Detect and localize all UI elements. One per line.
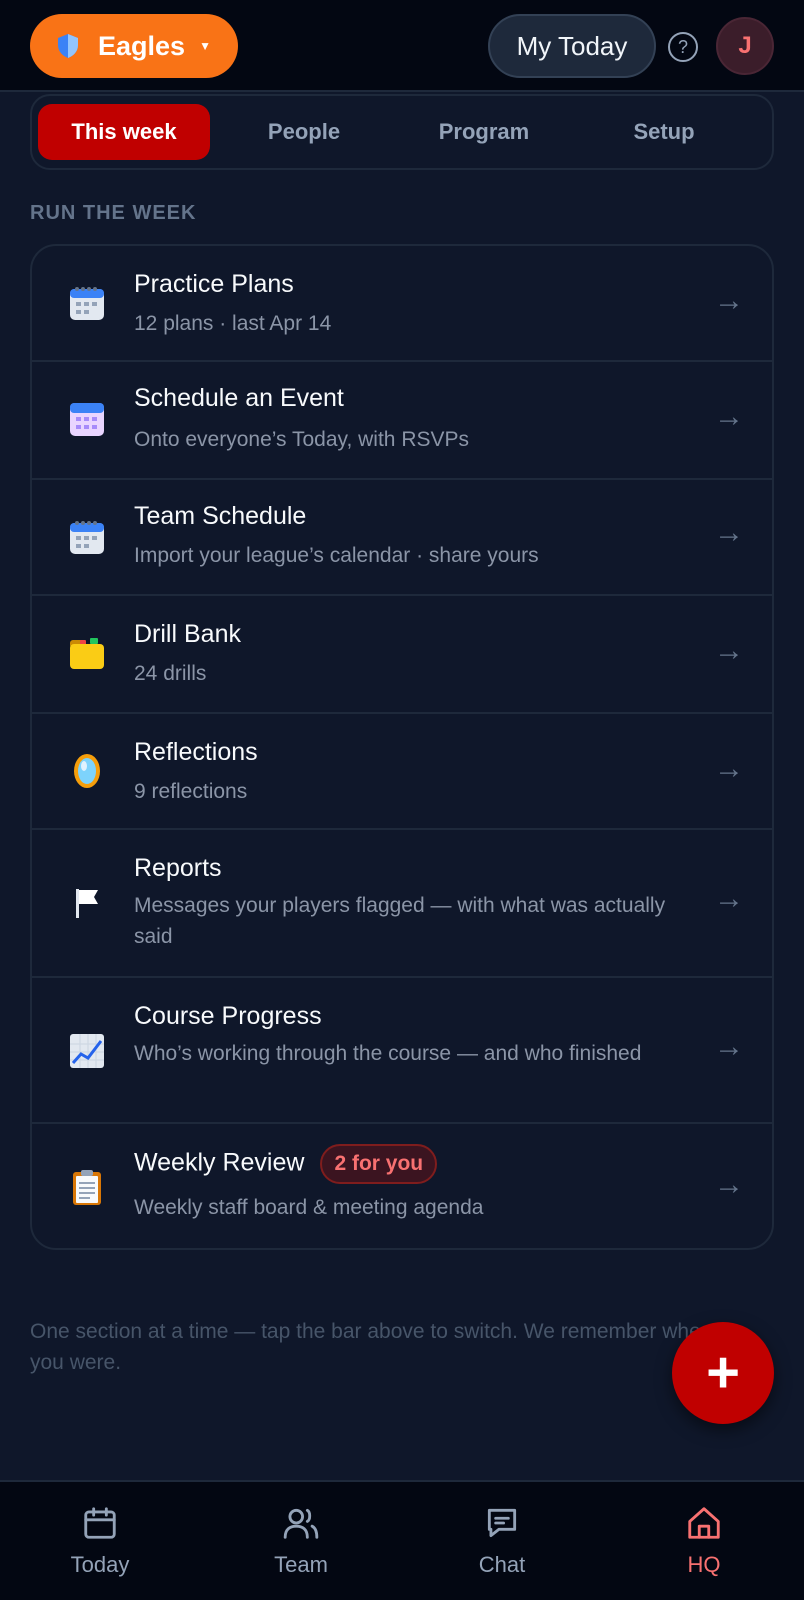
hq-page: Eagles ▼ My Today ? J This week People P… <box>0 0 804 1600</box>
nav-label: Chat <box>478 1552 526 1577</box>
list-item-drill-bank[interactable]: Drill Bank 24 drills → <box>32 596 772 714</box>
tab-setup[interactable]: Setup <box>578 104 750 160</box>
item-title-wrap: Weekly Review 2 for you <box>134 1144 438 1184</box>
team-name: Eagles <box>98 30 186 61</box>
folder-icon <box>70 638 104 669</box>
list-item-schedule-event[interactable]: Schedule an Event Onto everyone’s Today,… <box>32 362 772 480</box>
home-icon <box>688 1507 720 1539</box>
team-switcher-button[interactable]: Eagles ▼ <box>30 14 238 78</box>
item-subtitle: 12 plans · last Apr 14 <box>134 312 332 335</box>
chart-up-icon <box>70 1034 104 1068</box>
nav-label: HQ <box>687 1552 721 1577</box>
item-title: Weekly Review <box>134 1148 305 1177</box>
calendar-icon <box>84 1507 116 1539</box>
tab-program[interactable]: Program <box>398 104 570 160</box>
flag-icon <box>76 889 98 918</box>
list-item-weekly-review[interactable]: Weekly Review 2 for you Weekly staff boar… <box>32 1124 772 1248</box>
my-today-button[interactable]: My Today <box>488 14 656 78</box>
tab-people[interactable]: People <box>218 104 390 160</box>
list-item-course-progress[interactable]: Course Progress Who’s working through th… <box>32 978 772 1124</box>
list-item-reflections[interactable]: Reflections 9 reflections → <box>32 714 772 830</box>
calendar-spiral-icon <box>70 521 104 554</box>
item-title: Team Schedule <box>134 502 307 530</box>
arrow-right-icon: → <box>714 1168 744 1201</box>
list-item-reports[interactable]: Reports Messages your players flagged — … <box>32 830 772 978</box>
app-header: Eagles ▼ My Today ? J <box>0 0 804 92</box>
item-subtitle: Messages your players flagged — with wha… <box>134 894 666 948</box>
bottom-nav: Today Team Chat HQ <box>0 1480 804 1600</box>
arrow-right-icon: → <box>714 882 744 915</box>
item-title: Course Progress <box>134 1002 322 1030</box>
section-heading: RUN THE WEEK <box>30 202 197 224</box>
item-subtitle: Onto everyone’s Today, with RSVPs <box>134 428 470 451</box>
clipboard-icon <box>73 1170 101 1205</box>
list-item-team-schedule[interactable]: Team Schedule Import your league’s calen… <box>32 480 772 596</box>
item-subtitle: Who’s working through the course — and w… <box>134 1042 642 1065</box>
nav-item-team[interactable]: Team <box>221 1504 381 1594</box>
item-subtitle: 9 reflections <box>134 780 248 803</box>
run-the-week-list: Practice Plans 12 plans · last Apr 14 → … <box>30 244 774 1250</box>
list-item-practice-plans[interactable]: Practice Plans 12 plans · last Apr 14 → <box>32 246 772 362</box>
help-icon[interactable]: ? <box>668 32 698 62</box>
item-title: Practice Plans <box>134 270 294 298</box>
item-title: Reports <box>134 854 222 882</box>
item-subtitle: Weekly staff board & meeting agenda <box>134 1196 484 1219</box>
item-title: Reflections <box>134 738 258 766</box>
nav-label: Team <box>274 1552 328 1577</box>
section-hint-text: One section at a time — tap the bar abov… <box>30 1320 720 1374</box>
calendar-icon <box>70 403 104 436</box>
item-title: Schedule an Event <box>134 384 344 412</box>
item-title: Drill Bank <box>134 620 241 648</box>
chat-icon <box>487 1508 517 1538</box>
chevron-down-icon: ▼ <box>199 39 211 53</box>
mirror-icon <box>74 754 100 788</box>
avatar[interactable]: J <box>716 17 774 75</box>
nav-item-hq[interactable]: HQ <box>624 1504 784 1594</box>
arrow-right-icon: → <box>714 284 744 317</box>
shield-icon <box>58 34 78 58</box>
nav-item-today[interactable]: Today <box>20 1504 180 1594</box>
add-button[interactable]: + <box>672 1322 774 1424</box>
arrow-right-icon: → <box>714 400 744 433</box>
item-subtitle: Import your league’s calendar · share yo… <box>134 544 539 567</box>
arrow-right-icon: → <box>714 634 744 667</box>
section-tabs: This week People Program Setup <box>30 94 774 170</box>
arrow-right-icon: → <box>714 752 744 785</box>
users-icon <box>283 1508 319 1539</box>
status-badge: 2 for you <box>320 1144 438 1184</box>
calendar-spiral-icon <box>70 287 104 320</box>
arrow-right-icon: → <box>714 516 744 549</box>
tab-this-week[interactable]: This week <box>38 104 210 160</box>
nav-label: Today <box>70 1552 130 1577</box>
arrow-right-icon: → <box>714 1030 744 1063</box>
nav-item-chat[interactable]: Chat <box>422 1504 582 1594</box>
item-subtitle: 24 drills <box>134 662 207 685</box>
